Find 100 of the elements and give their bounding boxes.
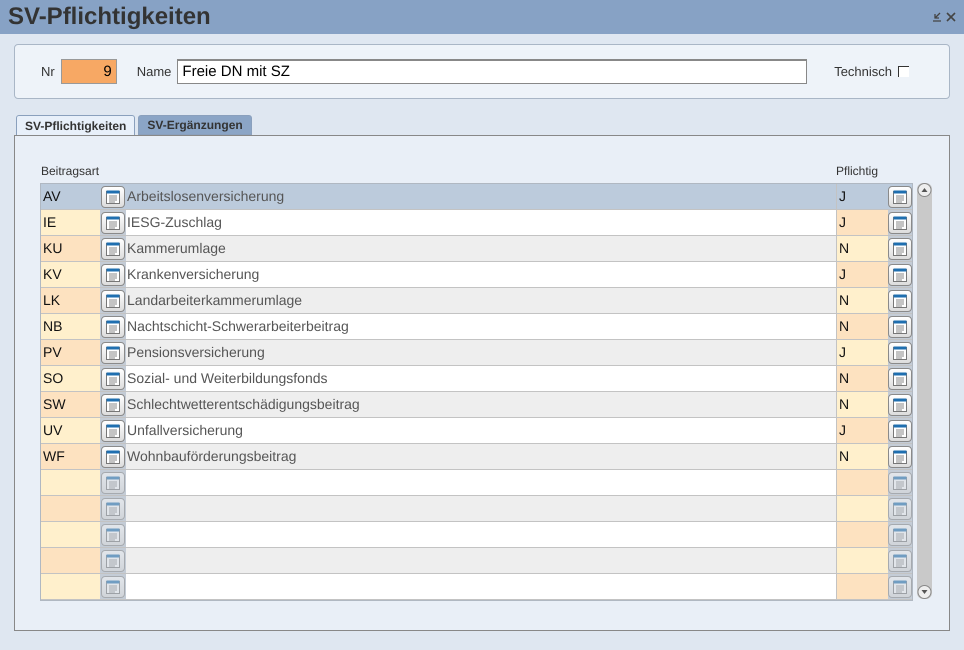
list-button[interactable]	[101, 212, 125, 234]
nr-field[interactable]: 9	[60, 59, 117, 84]
pflichtig-cell: N	[837, 288, 888, 313]
table-row[interactable]: WF Wohnbauförderungsbeitrag N	[41, 444, 912, 470]
list-button[interactable]	[101, 394, 125, 416]
list-button[interactable]	[101, 290, 125, 312]
name-label: Name	[136, 62, 172, 81]
name-cell: IESG-Zuschlag	[126, 210, 837, 235]
list-icon	[892, 500, 908, 516]
list-icon	[892, 448, 908, 464]
code-cell: SW	[41, 392, 100, 417]
name-cell: Kammerumlage	[126, 236, 837, 261]
scrollbar[interactable]	[917, 183, 932, 599]
table-row[interactable]: NB Nachtschicht-Schwerarbeiterbeitrag N	[41, 314, 912, 340]
list-icon	[892, 396, 908, 412]
list-icon	[105, 474, 121, 490]
table-row[interactable]: PV Pensionsversicherung J	[41, 340, 912, 366]
name-cell: Arbeitslosenversicherung	[126, 184, 837, 209]
list-button[interactable]	[888, 316, 912, 338]
name-cell: Pensionsversicherung	[126, 340, 837, 365]
list-button[interactable]	[101, 446, 125, 468]
name-cell: Unfallversicherung	[126, 418, 837, 443]
code-cell: WF	[41, 444, 100, 469]
list-icon	[105, 344, 121, 360]
list-icon	[105, 526, 121, 542]
pflichtig-cell: J	[837, 262, 888, 287]
nr-label: Nr	[41, 62, 55, 81]
list-icon	[892, 344, 908, 360]
name-cell: Landarbeiterkammerumlage	[126, 288, 837, 313]
technisch-checkbox[interactable]	[898, 66, 909, 77]
pflichtig-cell: N	[837, 444, 888, 469]
table-row[interactable]: IE IESG-Zuschlag J	[41, 210, 912, 236]
code-cell: KU	[41, 236, 100, 261]
table-row[interactable]: SO Sozial- und Weiterbildungsfonds N	[41, 366, 912, 392]
list-icon	[105, 240, 121, 256]
code-cell: SO	[41, 366, 100, 391]
list-icon	[105, 422, 121, 438]
list-button[interactable]	[101, 368, 125, 390]
list-icon	[892, 188, 908, 204]
list-icon	[892, 318, 908, 334]
table-row[interactable]: LK Landarbeiterkammerumlage N	[41, 288, 912, 314]
list-button[interactable]	[888, 238, 912, 260]
close-icon[interactable]	[946, 12, 956, 22]
name-cell: Nachtschicht-Schwerarbeiterbeitrag	[126, 314, 837, 339]
pflichtig-cell: J	[837, 418, 888, 443]
tab[interactable]: SV-Ergänzungen	[138, 115, 252, 135]
list-button[interactable]	[101, 420, 125, 442]
pflichtig-cell: J	[837, 210, 888, 235]
list-button[interactable]	[101, 238, 125, 260]
list-button[interactable]	[888, 342, 912, 364]
pflichtig-cell	[837, 496, 888, 521]
table-row[interactable]: SW Schlechtwetterentschädigungsbeitrag N	[41, 392, 912, 418]
list-icon	[105, 318, 121, 334]
code-cell: UV	[41, 418, 100, 443]
scroll-down-icon[interactable]	[917, 585, 932, 599]
pflichtig-cell: J	[837, 340, 888, 365]
code-cell: PV	[41, 340, 100, 365]
scroll-up-icon[interactable]	[917, 183, 932, 197]
code-cell: KV	[41, 262, 100, 287]
list-button[interactable]	[101, 342, 125, 364]
table-row[interactable]: KV Krankenversicherung J	[41, 262, 912, 288]
list-icon	[892, 526, 908, 542]
pflichtig-cell	[837, 470, 888, 495]
table-row[interactable]: KU Kammerumlage N	[41, 236, 912, 262]
list-icon	[105, 448, 121, 464]
list-icon	[105, 292, 121, 308]
list-icon	[892, 266, 908, 282]
pflichtig-cell: N	[837, 236, 888, 261]
name-field[interactable]: Freie DN mit SZ	[177, 59, 808, 84]
list-button[interactable]	[888, 368, 912, 390]
minimize-icon[interactable]	[932, 12, 942, 22]
pflichtig-cell	[837, 574, 888, 599]
tab[interactable]: SV-Pflichtigkeiten	[16, 115, 136, 135]
list-button[interactable]	[888, 394, 912, 416]
code-cell	[41, 470, 100, 495]
list-button[interactable]	[888, 446, 912, 468]
list-button[interactable]	[888, 186, 912, 208]
list-button[interactable]	[101, 264, 125, 286]
list-button[interactable]	[888, 212, 912, 234]
column-header: Beitragsart	[40, 163, 100, 180]
list-icon	[105, 370, 121, 386]
column-header: Pflichtig	[836, 163, 878, 180]
list-button[interactable]	[101, 186, 125, 208]
code-cell: NB	[41, 314, 100, 339]
technisch-label: Technisch	[834, 62, 892, 81]
list-button[interactable]	[888, 420, 912, 442]
code-cell	[41, 574, 100, 599]
window-title: SV-Pflichtigkeiten	[8, 2, 211, 32]
list-button[interactable]	[101, 316, 125, 338]
list-button[interactable]	[888, 264, 912, 286]
list-icon	[892, 422, 908, 438]
code-cell: LK	[41, 288, 100, 313]
list-icon	[892, 292, 908, 308]
table-row[interactable]: UV Unfallversicherung J	[41, 418, 912, 444]
pflichtig-cell	[837, 522, 888, 547]
list-icon	[892, 552, 908, 568]
list-button[interactable]	[888, 290, 912, 312]
code-cell	[41, 496, 100, 521]
table-row[interactable]: AV Arbeitslosenversicherung J	[41, 184, 912, 210]
code-cell	[41, 522, 100, 547]
